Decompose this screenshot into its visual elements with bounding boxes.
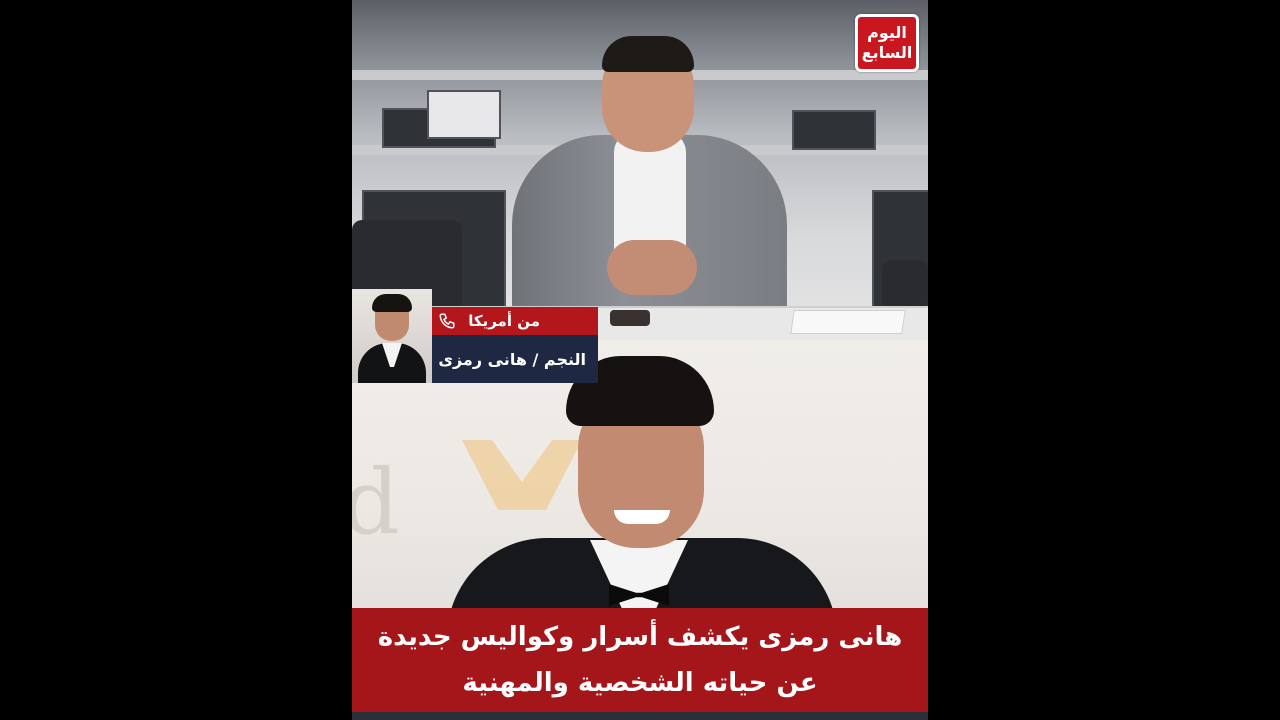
backdrop-letters: d [352, 450, 400, 555]
monitor [792, 110, 876, 150]
backdrop-logo [462, 440, 582, 510]
anchor-hair [602, 36, 694, 72]
thumb-hair [372, 294, 412, 312]
monitor [427, 90, 501, 139]
caller-location: من أمريكا [468, 312, 540, 330]
phone-on-desk [610, 310, 650, 326]
caller-thumbnail [352, 289, 432, 383]
anchor-hands [607, 240, 697, 295]
headline-banner: هانى رمزى يكشف أسرار وكواليس جديدة عن حي… [352, 608, 928, 712]
bottom-strip [352, 712, 928, 720]
caller-lower-third: من أمريكا النجم / هانى رمزى [352, 289, 598, 383]
guest-smile [614, 510, 670, 524]
headline-line2: عن حياته الشخصية والمهنية [462, 668, 818, 698]
headline-line1: هانى رمزى يكشف أسرار وكواليس جديدة [377, 622, 903, 652]
logo-line2: السابع [861, 43, 913, 62]
caller-location-bar: من أمريكا [432, 307, 598, 335]
caller-name-bar: النجم / هانى رمزى [432, 335, 598, 383]
phone-icon [432, 307, 462, 335]
video-frame: اليوم السابع d من أمريكا النجم / هانى رم… [352, 0, 928, 720]
channel-logo: اليوم السابع [855, 14, 919, 72]
guest-name: النجم / هانى رمزى [438, 349, 586, 369]
logo-line1: اليوم [867, 23, 907, 42]
chair [882, 260, 928, 310]
papers [790, 310, 906, 334]
